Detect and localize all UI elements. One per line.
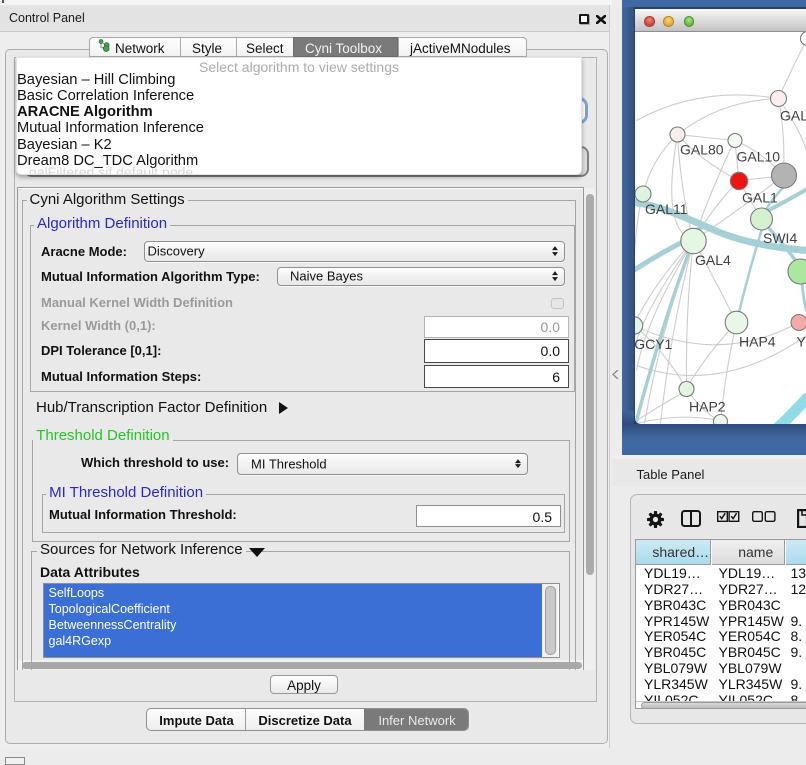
svg-text:HAP4: HAP4 bbox=[739, 333, 776, 349]
svg-text:HAP2: HAP2 bbox=[689, 398, 726, 414]
svg-text:GAL4: GAL4 bbox=[695, 252, 731, 268]
svg-text:GAL11: GAL11 bbox=[645, 201, 688, 217]
svg-text:GAL10: GAL10 bbox=[736, 148, 780, 164]
svg-text:YJ: YJ bbox=[796, 333, 806, 349]
svg-text:GAL80: GAL80 bbox=[680, 141, 724, 157]
svg-text:GAL7: GAL7 bbox=[780, 107, 806, 123]
svg-text:GCY1: GCY1 bbox=[635, 336, 673, 352]
svg-text:SWI4: SWI4 bbox=[763, 230, 797, 246]
svg-text:GAL1: GAL1 bbox=[742, 189, 778, 205]
